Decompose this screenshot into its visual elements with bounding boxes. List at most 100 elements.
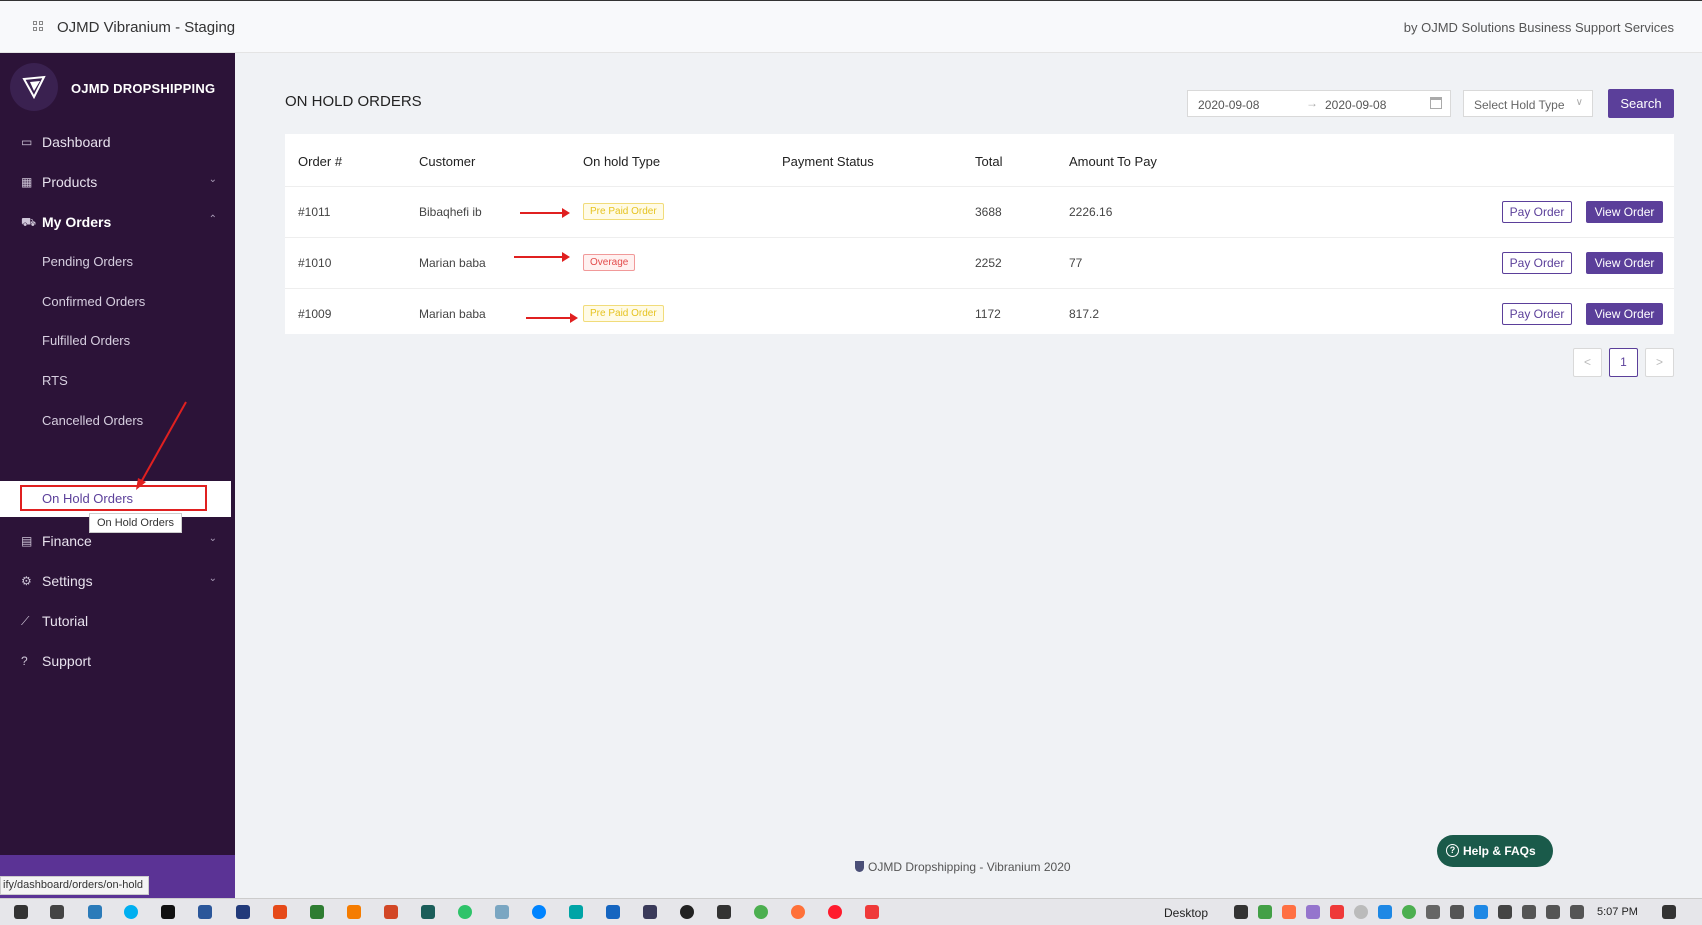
- page-title: ON HOLD ORDERS: [285, 93, 422, 110]
- search-button[interactable]: Search: [1608, 89, 1674, 118]
- sidebar-item-label: Tutorial: [42, 613, 89, 629]
- brand-logo-icon: [10, 63, 58, 111]
- store-icon[interactable]: [14, 905, 28, 919]
- office-icon[interactable]: [273, 905, 287, 919]
- tray-icon[interactable]: [1258, 905, 1272, 919]
- sidebar-item-products[interactable]: ▦ Products ⌄: [0, 162, 235, 202]
- date-from[interactable]: 2020-09-08: [1198, 98, 1259, 112]
- customer-name: Marian baba: [419, 256, 486, 270]
- table-row: #1011 Bibaqhefi ib Pre Paid Order 3688 2…: [285, 186, 1674, 237]
- sidebar-subitem-confirmed-orders[interactable]: Confirmed Orders: [0, 282, 235, 322]
- date-to[interactable]: 2020-09-08: [1325, 98, 1386, 112]
- firefox-icon[interactable]: [791, 905, 805, 919]
- sidebar-item-label: My Orders: [42, 214, 112, 230]
- powerpoint-icon[interactable]: [384, 905, 398, 919]
- brand-name: OJMD DROPSHIPPING: [71, 81, 216, 96]
- app-icon[interactable]: [88, 905, 102, 919]
- view-order-button[interactable]: View Order: [1586, 201, 1663, 223]
- pagination-next[interactable]: >: [1645, 348, 1674, 377]
- app-icon[interactable]: [606, 905, 620, 919]
- sidebar-subitem-rts[interactable]: RTS: [0, 361, 235, 401]
- question-icon: ?: [1446, 844, 1459, 857]
- line-chart-icon: ⟋: [21, 614, 30, 628]
- question-icon: ?: [21, 654, 28, 668]
- app-icon[interactable]: [569, 905, 583, 919]
- table-row: #1009 Marian baba Pre Paid Order 1172 81…: [285, 288, 1674, 339]
- app-icon[interactable]: [236, 905, 250, 919]
- sidebar-item-dashboard[interactable]: ▭ Dashboard: [0, 122, 235, 162]
- word-icon[interactable]: [198, 905, 212, 919]
- battery-icon[interactable]: [1522, 905, 1536, 919]
- app-icon[interactable]: [495, 905, 509, 919]
- view-order-button[interactable]: View Order: [1586, 303, 1663, 325]
- netflix-icon[interactable]: [161, 905, 175, 919]
- hold-type-select[interactable]: Select Hold Type ∨: [1463, 90, 1593, 117]
- chevron-down-icon: ⌄: [208, 533, 217, 544]
- help-faq-button[interactable]: ? Help & FAQs: [1437, 835, 1553, 867]
- pay-order-button[interactable]: Pay Order: [1502, 303, 1572, 325]
- annotation-arrow: [136, 401, 187, 490]
- view-order-button[interactable]: View Order: [1586, 252, 1663, 274]
- app-icon[interactable]: [680, 905, 694, 919]
- taskbar-clock[interactable]: 5:07 PM: [1597, 906, 1638, 918]
- tray-icon[interactable]: [1426, 905, 1440, 919]
- calendar-icon: [1430, 97, 1442, 109]
- column-header: Order #: [298, 154, 343, 169]
- vivaldi-icon[interactable]: [865, 905, 879, 919]
- tray-icon[interactable]: [1234, 905, 1248, 919]
- messenger-icon[interactable]: [532, 905, 546, 919]
- sidebar-subitem-pending-orders[interactable]: Pending Orders: [0, 242, 235, 282]
- sidebar-subitem-label: Pending Orders: [42, 254, 134, 269]
- app-icon[interactable]: [421, 905, 435, 919]
- sidebar-item-tutorial[interactable]: ⟋ Tutorial: [0, 601, 235, 641]
- wifi-icon[interactable]: [1546, 905, 1560, 919]
- order-total: 1172: [975, 307, 1001, 321]
- column-header: Payment Status: [782, 154, 874, 169]
- order-number: #1010: [298, 256, 332, 270]
- app-icon[interactable]: [458, 905, 472, 919]
- taskbar-desktop-label[interactable]: Desktop: [1164, 906, 1208, 920]
- pagination-page[interactable]: 1: [1609, 348, 1638, 377]
- sidebar-item-support[interactable]: ? Support: [0, 641, 235, 681]
- annotation-arrow: [514, 252, 570, 262]
- header-byline: by OJMD Solutions Business Support Servi…: [1403, 20, 1674, 35]
- sidebar-subitem-label: Confirmed Orders: [42, 294, 146, 309]
- security-icon[interactable]: [1498, 905, 1512, 919]
- pagination-prev[interactable]: <: [1573, 348, 1602, 377]
- sidebar-subitem-fulfilled-orders[interactable]: Fulfilled Orders: [0, 321, 235, 361]
- opera-icon[interactable]: [828, 905, 842, 919]
- app-icon[interactable]: [310, 905, 324, 919]
- footer: OJMD Dropshipping - Vibranium 2020: [855, 860, 1071, 874]
- sidebar-item-my-orders[interactable]: ⛟ My Orders ⌃: [0, 202, 235, 242]
- sidebar-item-label: Dashboard: [42, 134, 111, 150]
- date-range-picker[interactable]: 2020-09-08 → 2020-09-08: [1187, 90, 1451, 117]
- sidebar-item-settings[interactable]: ⚙ Settings ⌄: [0, 561, 235, 601]
- vlc-icon[interactable]: [347, 905, 361, 919]
- notification-icon[interactable]: [1662, 905, 1676, 919]
- hold-type-tag: Overage: [583, 254, 636, 271]
- tray-icon[interactable]: [1354, 905, 1368, 919]
- mail-icon[interactable]: [50, 905, 64, 919]
- tray-icon[interactable]: [1378, 905, 1392, 919]
- grid-icon: ▦: [21, 175, 33, 189]
- sidebar-subitem-label: RTS: [42, 373, 68, 388]
- skype-icon[interactable]: [124, 905, 138, 919]
- brand[interactable]: OJMD DROPSHIPPING: [10, 63, 230, 113]
- column-header: On hold Type: [583, 154, 661, 169]
- tray-icon[interactable]: [1306, 905, 1320, 919]
- chevron-up-icon: ⌃: [208, 214, 217, 225]
- chrome-icon[interactable]: [754, 905, 768, 919]
- tray-icon[interactable]: [1330, 905, 1344, 919]
- pay-order-button[interactable]: Pay Order: [1502, 201, 1572, 223]
- pdf-icon[interactable]: [717, 905, 731, 919]
- speaker-icon[interactable]: [1570, 905, 1584, 919]
- volume-icon[interactable]: [1450, 905, 1464, 919]
- footer-text: OJMD Dropshipping - Vibranium 2020: [868, 860, 1071, 874]
- sidebar-subitem-cancelled-orders[interactable]: Cancelled Orders: [0, 401, 235, 441]
- tray-icon[interactable]: [1402, 905, 1416, 919]
- app-icon[interactable]: [643, 905, 657, 919]
- bluetooth-icon[interactable]: [1474, 905, 1488, 919]
- pay-order-button[interactable]: Pay Order: [1502, 252, 1572, 274]
- tray-icon[interactable]: [1282, 905, 1296, 919]
- monitor-icon: ▭: [21, 135, 33, 149]
